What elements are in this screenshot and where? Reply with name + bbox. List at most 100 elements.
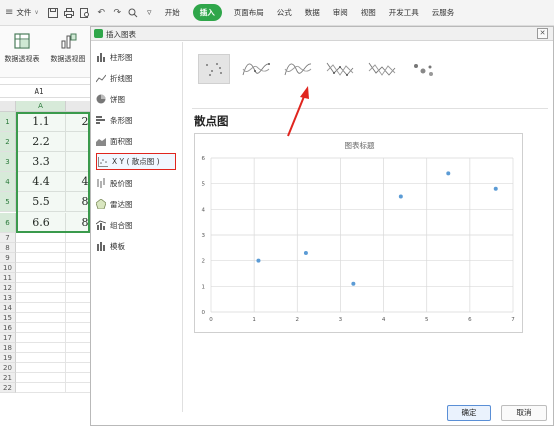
- grid-cell[interactable]: [16, 232, 66, 243]
- subtype-straight-lines-markers[interactable]: [324, 54, 356, 84]
- category-combo[interactable]: 组合图: [96, 217, 176, 233]
- tab-data[interactable]: 数据: [305, 7, 320, 18]
- row-header[interactable]: 7: [0, 232, 16, 243]
- subtype-scatter-markers[interactable]: [198, 54, 230, 84]
- zoom-icon[interactable]: [127, 6, 140, 19]
- row-header[interactable]: 12: [0, 282, 16, 293]
- redo-icon[interactable]: ↷: [111, 6, 124, 19]
- file-menu[interactable]: ≡ 文件 ∨: [5, 4, 39, 22]
- pivot-table-button[interactable]: 数据透视表: [0, 30, 44, 64]
- grid-cell[interactable]: [16, 352, 66, 363]
- grid-cell[interactable]: [16, 332, 66, 343]
- x-tick-label: 3: [339, 317, 343, 323]
- grid-cell[interactable]: [66, 273, 90, 283]
- grid-cell[interactable]: [16, 302, 66, 313]
- category-area[interactable]: 面积图: [96, 133, 176, 149]
- grid-cell[interactable]: [66, 343, 90, 353]
- row-header[interactable]: 10: [0, 262, 16, 273]
- row-header[interactable]: 2: [0, 132, 16, 153]
- grid-cell[interactable]: [66, 333, 90, 343]
- undo-icon[interactable]: ↶: [95, 6, 108, 19]
- row-header[interactable]: 4: [0, 172, 16, 193]
- grid-cell[interactable]: [66, 313, 90, 323]
- save-icon[interactable]: [47, 6, 60, 19]
- tab-formulas[interactable]: 公式: [277, 7, 292, 18]
- grid-cell[interactable]: [16, 372, 66, 383]
- grid-cell[interactable]: [66, 243, 90, 253]
- subtype-smooth-lines-markers[interactable]: [240, 54, 272, 84]
- grid-cell[interactable]: [16, 242, 66, 253]
- row-header[interactable]: 1: [0, 112, 16, 133]
- pivot-chart-button[interactable]: 数据透视图: [46, 30, 90, 64]
- category-column[interactable]: 柱形图: [96, 49, 176, 65]
- grid-cell[interactable]: [66, 383, 90, 393]
- print-icon[interactable]: [63, 6, 76, 19]
- grid-cell[interactable]: [66, 233, 90, 243]
- tab-cloud-service[interactable]: 云服务: [432, 7, 455, 18]
- category-radar[interactable]: 雷达图: [96, 196, 176, 212]
- row-header[interactable]: 22: [0, 382, 16, 393]
- category-line[interactable]: 折线图: [96, 70, 176, 86]
- chart-preview[interactable]: 图表标题 012345670123456: [194, 133, 523, 333]
- grid-cell[interactable]: [66, 293, 90, 303]
- category-scatter[interactable]: X Y ( 散点图 ): [96, 153, 176, 170]
- grid-cell[interactable]: [16, 382, 66, 393]
- row-header[interactable]: 21: [0, 372, 16, 383]
- tab-view[interactable]: 视图: [361, 7, 376, 18]
- grid-cell[interactable]: [66, 263, 90, 273]
- tab-insert[interactable]: 插入: [192, 4, 222, 21]
- subtype-smooth-lines[interactable]: [282, 54, 314, 84]
- close-icon[interactable]: ✕: [537, 28, 548, 39]
- row-header[interactable]: 11: [0, 272, 16, 283]
- grid-cell[interactable]: [16, 252, 66, 263]
- grid-cell[interactable]: [16, 322, 66, 333]
- grid-cell[interactable]: [16, 282, 66, 293]
- grid-cell[interactable]: [66, 373, 90, 383]
- row-header[interactable]: 18: [0, 342, 16, 353]
- tab-review[interactable]: 审阅: [333, 7, 348, 18]
- tab-page-layout[interactable]: 页面布局: [234, 7, 264, 18]
- grid-cell[interactable]: [16, 362, 66, 373]
- column-header-b[interactable]: [66, 101, 90, 112]
- stock-chart-icon: [97, 178, 105, 188]
- grid-cell[interactable]: [16, 292, 66, 303]
- category-template[interactable]: 模板: [96, 238, 176, 254]
- column-header-a[interactable]: A: [16, 101, 66, 112]
- tab-developer[interactable]: 开发工具: [389, 7, 419, 18]
- category-stock[interactable]: 股价图: [96, 175, 176, 191]
- grid-cell[interactable]: [16, 342, 66, 353]
- cancel-button[interactable]: 取消: [501, 405, 547, 421]
- row-header[interactable]: 19: [0, 352, 16, 363]
- spreadsheet-grid[interactable]: A 1 2 3 4 5 6 7 8 9 10 11 12 13 14 15 16 17 18 19 20 21 22 1.1…: [0, 101, 90, 426]
- row-header[interactable]: 17: [0, 332, 16, 343]
- subtype-bubble[interactable]: [408, 54, 440, 84]
- customize-dropdown-icon[interactable]: ▿: [143, 6, 156, 19]
- tab-home[interactable]: 开始: [165, 7, 180, 18]
- ok-button[interactable]: 确定: [447, 405, 491, 421]
- select-all-corner[interactable]: [0, 101, 16, 112]
- grid-cell[interactable]: [66, 253, 90, 263]
- grid-cell[interactable]: [66, 323, 90, 333]
- grid-cell[interactable]: [66, 363, 90, 373]
- row-header[interactable]: 20: [0, 362, 16, 373]
- category-bar[interactable]: 条形图: [96, 112, 176, 128]
- row-header[interactable]: 15: [0, 312, 16, 323]
- name-box[interactable]: A1: [4, 85, 74, 98]
- subtype-straight-lines[interactable]: [366, 54, 398, 84]
- row-header[interactable]: 9: [0, 252, 16, 263]
- grid-cell[interactable]: [16, 272, 66, 283]
- row-header[interactable]: 16: [0, 322, 16, 333]
- row-header[interactable]: 6: [0, 212, 16, 233]
- row-header[interactable]: 3: [0, 152, 16, 173]
- row-header[interactable]: 8: [0, 242, 16, 253]
- grid-cell[interactable]: [66, 353, 90, 363]
- row-header[interactable]: 5: [0, 192, 16, 213]
- grid-cell[interactable]: [66, 303, 90, 313]
- print-preview-icon[interactable]: [79, 6, 92, 19]
- grid-cell[interactable]: [16, 312, 66, 323]
- row-header[interactable]: 13: [0, 292, 16, 303]
- grid-cell[interactable]: [16, 262, 66, 273]
- row-header[interactable]: 14: [0, 302, 16, 313]
- category-pie[interactable]: 饼图: [96, 91, 176, 107]
- grid-cell[interactable]: [66, 283, 90, 293]
